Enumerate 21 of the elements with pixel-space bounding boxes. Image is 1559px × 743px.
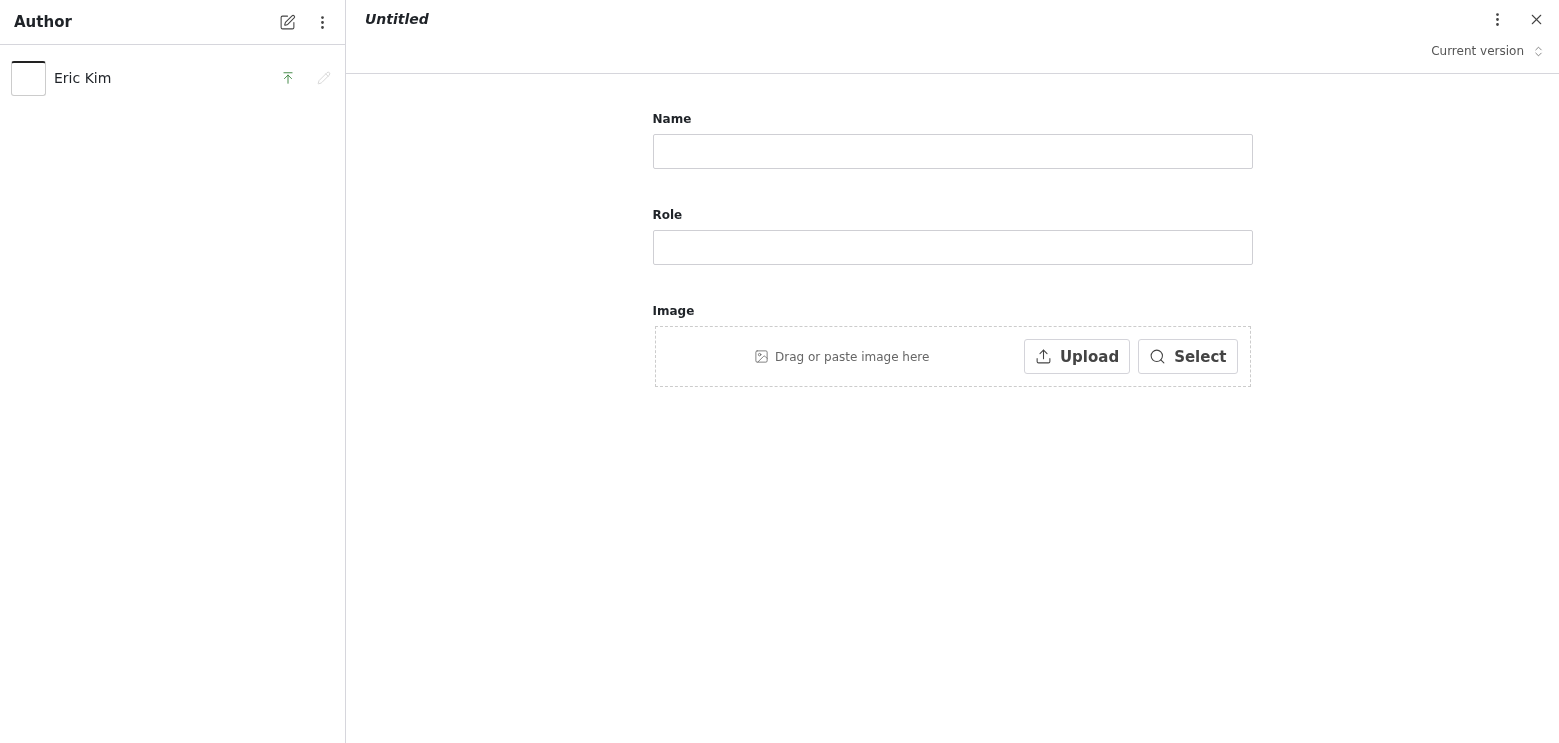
publish-icon[interactable]: [281, 71, 295, 85]
select-button[interactable]: Select: [1138, 339, 1238, 374]
field-label: Role: [652, 208, 684, 222]
author-name: Eric Kim: [54, 70, 113, 86]
field-label: Name: [652, 112, 693, 126]
upload-button[interactable]: Upload: [1023, 339, 1131, 374]
image-dropzone[interactable]: Drag or paste image here Upload Select: [654, 326, 1251, 387]
dropzone-hint: Drag or paste image here: [775, 349, 930, 364]
document-title: Untitled: [365, 11, 430, 27]
version-selector[interactable]: Current version: [1431, 44, 1545, 58]
image-icon: [754, 349, 769, 364]
field-label: Image: [652, 304, 696, 318]
input-field[interactable]: [652, 230, 1253, 265]
chevrons-icon: [1532, 44, 1545, 58]
input-field[interactable]: [652, 134, 1253, 169]
compose-icon[interactable]: [279, 13, 296, 31]
search-icon: [1149, 348, 1167, 365]
thumbnail-placeholder: [11, 60, 46, 96]
sidebar-title: Author: [14, 13, 73, 31]
upload-icon: [1034, 348, 1052, 365]
author-item[interactable]: Eric Kim: [0, 45, 345, 111]
